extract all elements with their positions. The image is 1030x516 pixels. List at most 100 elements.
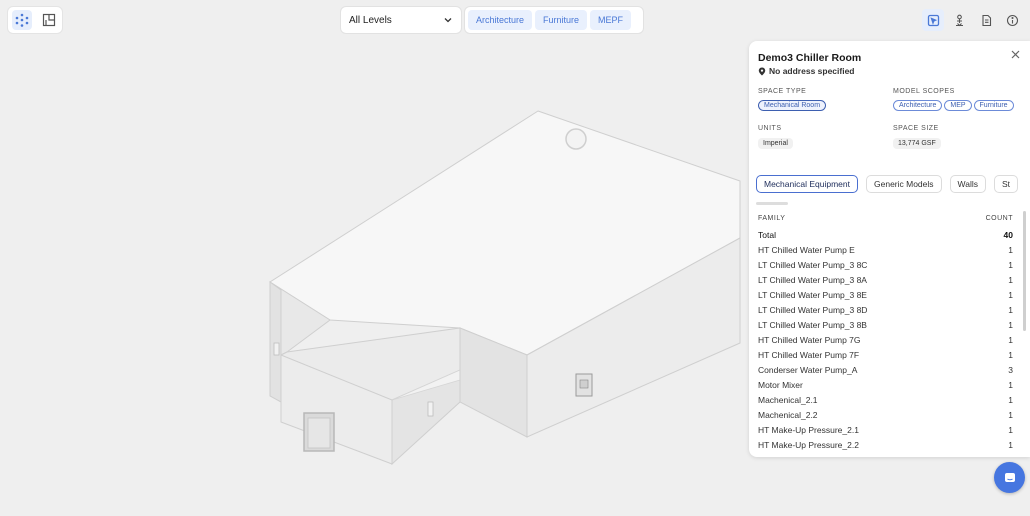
info-icon xyxy=(1007,14,1019,26)
location-pin-icon xyxy=(758,67,766,75)
row-count: 1 xyxy=(1008,409,1013,420)
document-tool-button[interactable] xyxy=(975,9,997,31)
table-row[interactable]: HT Chilled Water Pump 7F 1 xyxy=(758,347,1013,362)
row-family: LT Chilled Water Pump_3 8E xyxy=(758,289,867,300)
model-scopes-pills: Architecture MEP Furniture xyxy=(893,100,1014,111)
row-family: Machenical_2.1 xyxy=(758,394,818,405)
table-rows: HT Chilled Water Pump E 1 LT Chilled Water… xyxy=(758,242,1013,458)
right-toolbar xyxy=(922,7,1024,33)
total-count: 40 xyxy=(1003,230,1013,240)
view-mode-toggle xyxy=(8,7,62,33)
level-select[interactable]: All Levels xyxy=(341,7,461,33)
row-family: LT Chilled Water Pump_3 8C xyxy=(758,259,868,270)
table-row[interactable]: LT Chilled Water Pump_3 8B 1 xyxy=(758,317,1013,332)
view-3d-button[interactable] xyxy=(11,10,32,30)
row-count: 1 xyxy=(1008,455,1013,458)
floorplan-icon xyxy=(42,13,55,27)
table-row[interactable]: HT Chilled Water Pump 7G 1 xyxy=(758,332,1013,347)
close-icon xyxy=(1011,50,1019,58)
row-family: HT Make-Up Pressure_2.1 xyxy=(758,424,859,435)
tab-walls[interactable]: Walls xyxy=(949,175,986,193)
panel-close-button[interactable] xyxy=(1008,47,1022,61)
level-select-value: All Levels xyxy=(349,14,392,26)
space-title: Demo3 Chiller Room xyxy=(758,52,862,64)
table-row[interactable]: LT Chilled Water Pump_3 8D 1 xyxy=(758,302,1013,317)
table-row[interactable]: HT Make-Up Pressure_2.2 1 xyxy=(758,437,1013,452)
table-row[interactable]: Conderser Water Pump_A 3 xyxy=(758,362,1013,377)
row-count: 1 xyxy=(1008,319,1013,330)
row-family: HT Chilled Water Pump 7G xyxy=(758,334,861,345)
person-tool-button[interactable] xyxy=(949,9,971,31)
tab-mechanical-equipment[interactable]: Mechanical Equipment xyxy=(756,175,858,193)
space-address-text: No address specified xyxy=(769,66,855,76)
chat-icon xyxy=(1004,472,1015,482)
space-type-pill: Mechanical Room xyxy=(758,100,827,111)
scope-mepf-button[interactable]: MEPF xyxy=(590,10,632,30)
row-family: HT Make-Up Pressure_2.2 xyxy=(758,439,859,450)
row-family: HT Chilled Water Pump 7F xyxy=(758,349,860,360)
row-count: 1 xyxy=(1008,244,1013,255)
row-family: Conderser Water Pump_A xyxy=(758,364,858,375)
total-label: Total xyxy=(758,230,776,240)
row-family: LT Chilled Water Pump_3 8B xyxy=(758,319,867,330)
space-type-value: Mechanical Room xyxy=(758,100,827,111)
chat-button[interactable] xyxy=(994,462,1025,493)
row-family: Machenical_2.3 xyxy=(758,455,818,458)
row-count: 1 xyxy=(1008,289,1013,300)
person-pin-icon xyxy=(956,14,964,26)
row-family: LT Chilled Water Pump_3 8A xyxy=(758,274,867,285)
selection-box-icon xyxy=(927,14,939,26)
space-type-label: SPACE TYPE xyxy=(758,88,807,95)
tab-st[interactable]: St xyxy=(994,175,1019,193)
view-plan-button[interactable] xyxy=(39,10,59,30)
row-family: Motor Mixer xyxy=(758,379,803,390)
table-row[interactable]: LT Chilled Water Pump_3 8A 1 xyxy=(758,272,1013,287)
table-total-row: Total 40 xyxy=(758,228,1013,242)
table-row[interactable]: Machenical_2.3 1 xyxy=(758,452,1013,458)
scope-furniture-button[interactable]: Furniture xyxy=(535,10,588,30)
table-row[interactable]: Machenical_2.2 1 xyxy=(758,407,1013,422)
info-tool-button[interactable] xyxy=(1002,9,1024,31)
row-family: HT Chilled Water Pump E xyxy=(758,244,855,255)
table-row[interactable]: HT Make-Up Pressure_2.1 1 xyxy=(758,422,1013,437)
category-tabs: Mechanical Equipment Generic Models Wall… xyxy=(756,175,1019,193)
space-size-value: 13,774 GSF xyxy=(893,138,941,149)
row-count: 3 xyxy=(1008,364,1013,375)
table-row[interactable]: Motor Mixer 1 xyxy=(758,377,1013,392)
model-scopes-label: MODEL SCOPES xyxy=(893,88,955,95)
model-scope-pill: Architecture xyxy=(893,100,943,111)
table-scrollbar[interactable] xyxy=(1023,211,1026,331)
row-count: 1 xyxy=(1008,394,1013,405)
space-details-panel: Demo3 Chiller Room No address specified … xyxy=(749,41,1030,457)
row-count: 1 xyxy=(1008,259,1013,270)
row-count: 1 xyxy=(1008,379,1013,390)
row-count: 1 xyxy=(1008,349,1013,360)
row-count: 1 xyxy=(1008,334,1013,345)
row-family: Machenical_2.2 xyxy=(758,409,818,420)
space-size-label: SPACE SIZE xyxy=(893,125,939,132)
model-scope-pill: MEP xyxy=(944,100,972,111)
table-row[interactable]: Machenical_2.1 1 xyxy=(758,392,1013,407)
row-family: LT Chilled Water Pump_3 8D xyxy=(758,304,868,315)
scope-filter-group: Architecture Furniture MEPF xyxy=(465,7,643,33)
selection-tool-button[interactable] xyxy=(922,9,944,31)
row-count: 1 xyxy=(1008,304,1013,315)
model-scope-pill: Furniture xyxy=(973,100,1014,111)
cube-nodes-icon xyxy=(15,13,28,27)
table-row[interactable]: HT Chilled Water Pump E 1 xyxy=(758,242,1013,257)
table-row[interactable]: LT Chilled Water Pump_3 8C 1 xyxy=(758,257,1013,272)
row-count: 1 xyxy=(1008,439,1013,450)
family-count-table: FAMILY COUNT Total 40 HT Chilled Water P… xyxy=(758,215,1013,457)
units-label: UNITS xyxy=(758,125,782,132)
col-family-header: FAMILY xyxy=(758,215,786,222)
col-count-header: COUNT xyxy=(985,215,1013,222)
row-count: 1 xyxy=(1008,424,1013,435)
tab-generic-models[interactable]: Generic Models xyxy=(866,175,942,193)
chevron-down-icon xyxy=(444,18,452,23)
tab-scroll-indicator xyxy=(756,202,788,205)
row-count: 1 xyxy=(1008,274,1013,285)
document-icon xyxy=(982,14,991,26)
space-address: No address specified xyxy=(758,66,855,76)
table-row[interactable]: LT Chilled Water Pump_3 8E 1 xyxy=(758,287,1013,302)
scope-architecture-button[interactable]: Architecture xyxy=(468,10,533,30)
